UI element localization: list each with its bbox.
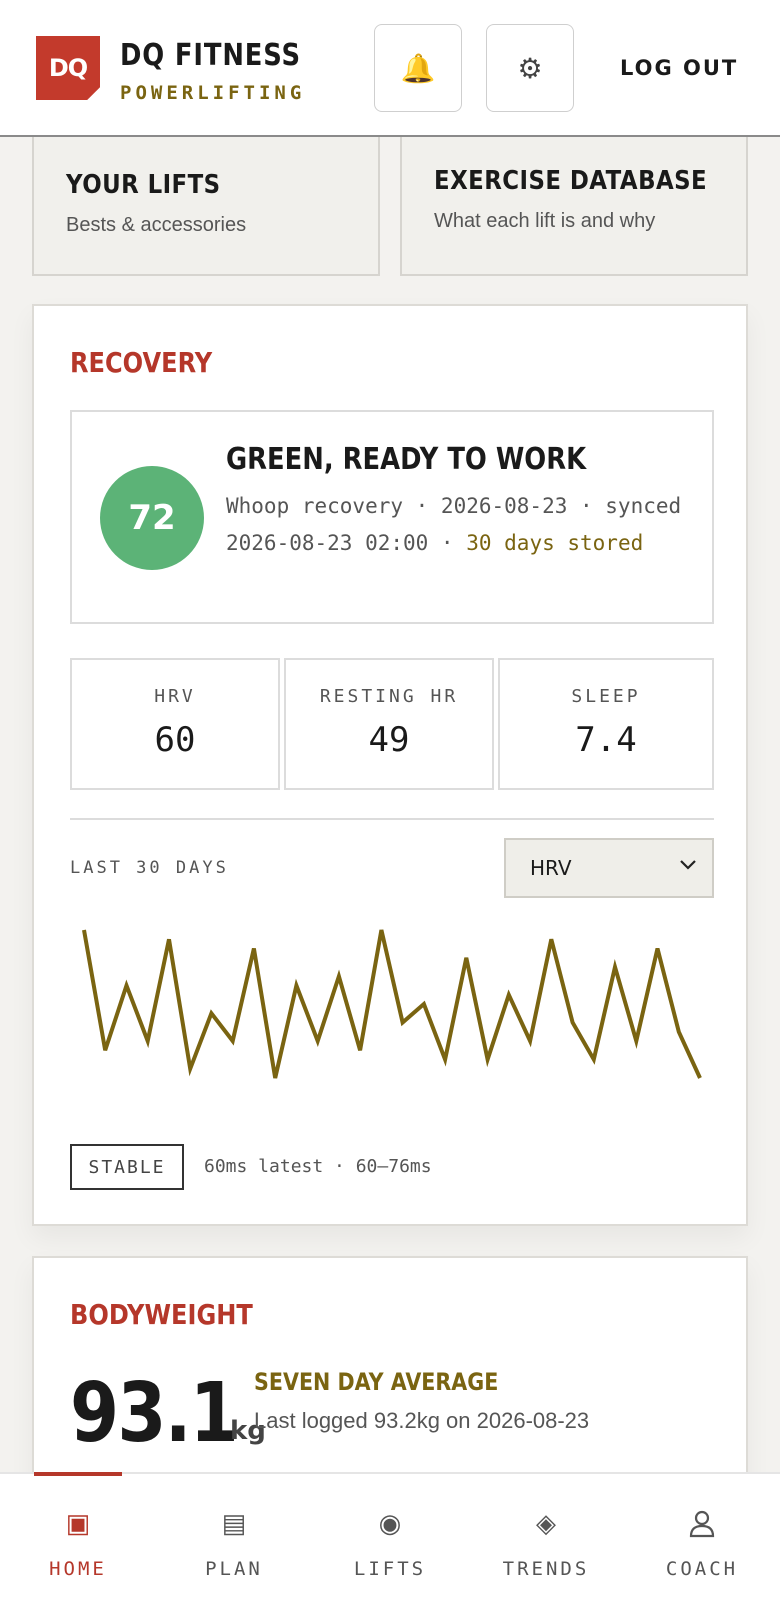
metric-label: SLEEP xyxy=(571,686,641,707)
nav-label: HOME xyxy=(49,1558,107,1580)
metric-value: 60 xyxy=(154,720,196,760)
brand-subtitle: POWERLIFTING xyxy=(120,82,306,104)
hrv-series-line xyxy=(82,929,702,1079)
hrv-trend-chart xyxy=(82,929,702,1079)
plan-icon: ▤ xyxy=(221,1508,247,1538)
nav-trends[interactable]: ◈ TRENDS xyxy=(468,1474,624,1600)
trend-note: 60ms latest · 60–76ms xyxy=(204,1156,432,1177)
chevron-down-icon xyxy=(678,854,698,879)
nav-lifts[interactable]: ◉ LIFTS xyxy=(312,1474,468,1600)
divider xyxy=(70,818,714,820)
metric-select[interactable]: HRV xyxy=(504,838,714,898)
metric-label: HRV xyxy=(154,686,196,707)
nav-label: TRENDS xyxy=(502,1558,590,1580)
range-label: LAST 30 DAYS xyxy=(70,858,229,878)
last-logged-text: Last logged 93.2kg on 2026-08-23 xyxy=(254,1408,590,1433)
your-lifts-tile[interactable]: YOUR LIFTS Bests & accessories xyxy=(32,132,380,276)
settings-button[interactable]: ⚙ xyxy=(486,24,574,112)
exercise-database-tile[interactable]: EXERCISE DATABASE What each lift is and … xyxy=(400,132,748,276)
metric-hrv: HRV 60 xyxy=(70,658,280,790)
home-icon: ▣ xyxy=(65,1508,91,1538)
metric-select-value: HRV xyxy=(530,856,572,880)
recovery-score: 72 xyxy=(100,466,204,570)
trend-badge: STABLE xyxy=(70,1144,184,1190)
tile-subtitle: What each lift is and why xyxy=(434,210,656,232)
bell-icon: 🔔 xyxy=(400,52,436,84)
nav-plan[interactable]: ▤ PLAN xyxy=(156,1474,312,1600)
tile-title: EXERCISE DATABASE xyxy=(434,166,708,196)
recovery-card: RECOVERY 72 GREEN, READY TO WORK Whoop r… xyxy=(32,304,748,1226)
app-header: DQ DQ FITNESS POWERLIFTING 🔔 ⚙ LOG OUT xyxy=(0,0,780,137)
nav-label: PLAN xyxy=(205,1558,263,1580)
bodyweight-title: BODYWEIGHT xyxy=(70,1298,253,1331)
brand-title: DQ FITNESS xyxy=(120,38,301,73)
metric-resting-hr: RESTING HR 49 xyxy=(284,658,494,790)
metric-sleep: SLEEP 7.4 xyxy=(498,658,714,790)
metric-label: RESTING HR xyxy=(319,686,459,707)
recovery-status-title: GREEN, READY TO WORK xyxy=(226,442,587,477)
nav-home[interactable]: ▣ HOME xyxy=(0,1474,156,1600)
nav-label: COACH xyxy=(665,1558,739,1580)
dq-logo[interactable]: DQ xyxy=(36,36,100,100)
logout-button[interactable]: LOG OUT xyxy=(620,56,738,80)
tile-subtitle: Bests & accessories xyxy=(66,214,247,236)
lifts-icon: ◉ xyxy=(378,1508,402,1538)
recovery-status-box: 72 GREEN, READY TO WORK Whoop recovery ·… xyxy=(70,410,714,624)
metric-value: 49 xyxy=(368,720,410,760)
nav-coach[interactable]: COACH xyxy=(624,1474,780,1600)
recovery-status-text: Whoop recovery · 2026-08-23 · synced 202… xyxy=(226,488,686,562)
tile-title: YOUR LIFTS xyxy=(66,170,221,200)
trends-icon: ◈ xyxy=(536,1508,556,1538)
metric-value: 7.4 xyxy=(575,720,637,760)
notifications-button[interactable]: 🔔 xyxy=(374,24,462,112)
bottom-nav: ▣ HOME ▤ PLAN ◉ LIFTS ◈ TRENDS COACH xyxy=(0,1472,780,1600)
nav-label: LIFTS xyxy=(353,1558,427,1580)
recovery-title: RECOVERY xyxy=(70,346,213,379)
bodyweight-value: 93.1 xyxy=(70,1366,239,1461)
gear-icon: ⚙ xyxy=(517,52,543,84)
seven-day-average-title: SEVEN DAY AVERAGE xyxy=(254,1368,499,1396)
coach-icon xyxy=(624,1508,780,1545)
days-stored: 30 days stored xyxy=(466,531,644,555)
